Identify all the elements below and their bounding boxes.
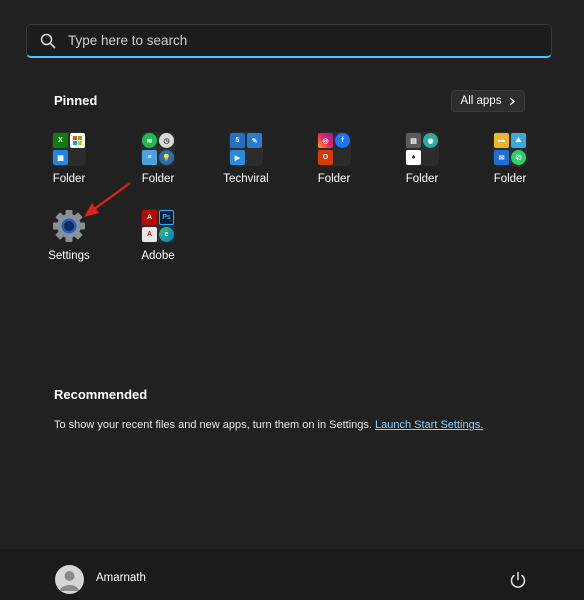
- folder-icon: ≋ ◷ ≡ 💡: [141, 132, 175, 166]
- spotify-icon: ≋: [142, 133, 157, 148]
- user-avatar-icon[interactable]: [55, 565, 84, 594]
- whatsapp-icon: ✆: [511, 150, 526, 165]
- search-placeholder[interactable]: Type here to search: [68, 33, 187, 48]
- blank-slot: [423, 150, 438, 165]
- instagram-icon: ◎: [318, 133, 333, 148]
- blank-slot: [247, 150, 262, 165]
- blank-slot: [70, 150, 85, 165]
- blank-slot: [335, 150, 350, 165]
- calculator-icon: ▤: [406, 133, 421, 148]
- tile-label: Folder: [493, 173, 527, 185]
- media-player-icon: ▶: [230, 150, 245, 165]
- tile-label: Folder: [405, 173, 439, 185]
- tile-label: Folder: [317, 173, 351, 185]
- search-box[interactable]: Type here to search: [26, 24, 552, 58]
- store-icon: [70, 133, 85, 148]
- edge-icon: e: [159, 227, 174, 242]
- file-explorer-icon: ▬: [494, 133, 509, 148]
- pen-icon: ✎: [247, 133, 262, 148]
- pinned-folder-4[interactable]: ▤ ◉ ♠ Folder: [390, 132, 454, 202]
- recommended-heading: Recommended: [54, 387, 148, 402]
- folder-icon: ◎ f O: [317, 132, 351, 166]
- photos-icon: ⛰: [511, 133, 526, 148]
- solitaire-icon: ♠: [406, 150, 421, 165]
- all-apps-label: All apps: [460, 95, 502, 107]
- recommended-text: To show your recent files and new apps, …: [54, 419, 376, 431]
- tips-icon: 💡: [159, 150, 174, 165]
- xbox-icon: X: [53, 133, 68, 148]
- tile-label: Folder: [52, 173, 86, 185]
- tile-label: Folder: [141, 173, 175, 185]
- acrobat-icon: A: [142, 210, 157, 225]
- chevron-right-icon: [510, 97, 516, 105]
- launch-start-settings-link[interactable]: Launch Start Settings.: [375, 419, 483, 431]
- power-icon[interactable]: [509, 571, 527, 589]
- pinned-folder-adobe[interactable]: A Ps A e Adobe: [126, 209, 190, 279]
- tile-label: Adobe: [141, 250, 175, 262]
- notepad-icon: ≡: [142, 150, 157, 165]
- folder-icon: X ▦: [52, 132, 86, 166]
- search-icon: [40, 33, 56, 48]
- start-footer: [0, 549, 584, 600]
- calendar-icon: ▦: [53, 150, 68, 165]
- photoshop-icon: Ps: [159, 210, 174, 225]
- pinned-heading: Pinned: [54, 93, 98, 108]
- pinned-folder-1[interactable]: X ▦ Folder: [37, 132, 101, 202]
- pinned-settings[interactable]: Settings: [37, 209, 101, 279]
- folder-icon: A Ps A e: [141, 209, 175, 243]
- html-icon: 5: [230, 133, 245, 148]
- facebook-icon: f: [335, 133, 350, 148]
- folder-icon: ▤ ◉ ♠: [405, 132, 439, 166]
- all-apps-button[interactable]: All apps: [451, 90, 525, 112]
- pinned-folder-5[interactable]: ▬ ⛰ ✉ ✆ Folder: [478, 132, 542, 202]
- gear-icon: [53, 210, 85, 242]
- recommended-message: To show your recent files and new apps, …: [54, 419, 483, 431]
- office-icon: O: [318, 150, 333, 165]
- folder-icon: ▬ ⛰ ✉ ✆: [493, 132, 527, 166]
- tile-label: Techviral: [223, 173, 269, 185]
- pinned-folder-2[interactable]: ≋ ◷ ≡ 💡 Folder: [126, 132, 190, 202]
- folder-icon: 5 ✎ ▶: [229, 132, 263, 166]
- adobe-reader-icon: A: [142, 227, 157, 242]
- mail-icon: ✉: [494, 150, 509, 165]
- user-name[interactable]: Amarnath: [96, 572, 146, 584]
- pinned-folder-3[interactable]: ◎ f O Folder: [302, 132, 366, 202]
- clock-icon: ◷: [159, 133, 174, 148]
- pinned-folder-techviral[interactable]: 5 ✎ ▶ Techviral: [214, 132, 278, 202]
- tile-label: Settings: [48, 250, 90, 262]
- maps-icon: ◉: [423, 133, 438, 148]
